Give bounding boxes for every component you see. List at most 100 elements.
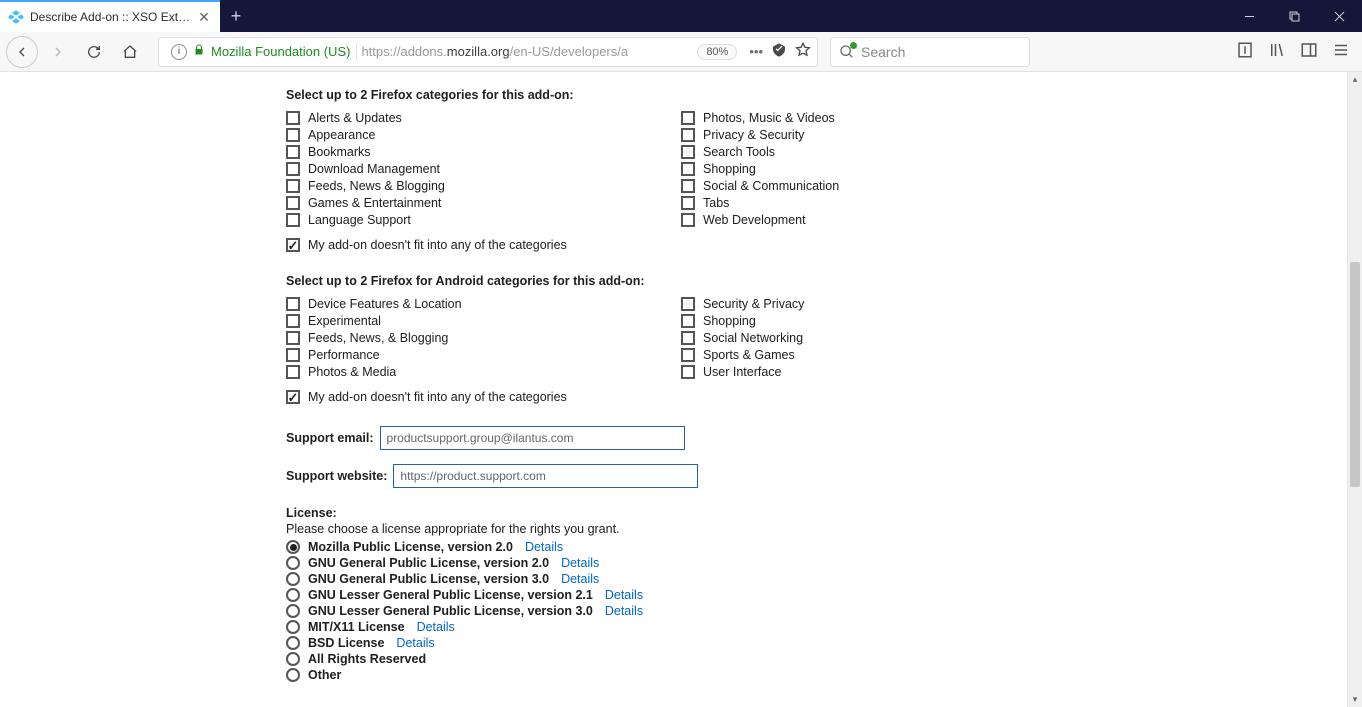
close-window-button[interactable]: [1317, 0, 1362, 32]
checkbox-icon[interactable]: [681, 314, 695, 328]
checkbox-icon[interactable]: [286, 179, 300, 193]
license-option[interactable]: Other: [286, 668, 1076, 682]
checkbox-icon[interactable]: [681, 128, 695, 142]
category-row[interactable]: Feeds, News, & Blogging: [286, 331, 681, 345]
category-row[interactable]: Search Tools: [681, 145, 1076, 159]
firefox-nofit-row[interactable]: My add-on doesn't fit into any of the ca…: [286, 238, 1076, 252]
license-option[interactable]: GNU Lesser General Public License, versi…: [286, 604, 1076, 618]
category-row[interactable]: Shopping: [681, 162, 1076, 176]
radio-icon[interactable]: [286, 540, 300, 554]
checkbox-icon[interactable]: [681, 196, 695, 210]
license-option[interactable]: MIT/X11 LicenseDetails: [286, 620, 1076, 634]
category-row[interactable]: Sports & Games: [681, 348, 1076, 362]
category-row[interactable]: Games & Entertainment: [286, 196, 681, 210]
minimize-button[interactable]: [1227, 0, 1272, 32]
radio-icon[interactable]: [286, 556, 300, 570]
forward-button[interactable]: [42, 36, 74, 68]
license-details-link[interactable]: Details: [525, 540, 563, 554]
radio-icon[interactable]: [286, 588, 300, 602]
scroll-down-icon[interactable]: ▾: [1348, 692, 1362, 707]
category-row[interactable]: Tabs: [681, 196, 1076, 210]
radio-icon[interactable]: [286, 572, 300, 586]
checkbox-icon[interactable]: [681, 179, 695, 193]
reader-icon[interactable]: [1236, 41, 1254, 62]
license-details-link[interactable]: Details: [561, 572, 599, 586]
support-website-field[interactable]: [393, 464, 698, 488]
checkbox-icon[interactable]: [286, 365, 300, 379]
checkbox-icon[interactable]: [286, 196, 300, 210]
pocket-icon[interactable]: [771, 42, 787, 61]
scroll-up-icon[interactable]: ▴: [1348, 72, 1362, 87]
checkbox-icon[interactable]: [286, 111, 300, 125]
maximize-button[interactable]: [1272, 0, 1317, 32]
checkbox-icon[interactable]: [681, 162, 695, 176]
checkbox-icon[interactable]: [286, 390, 300, 404]
license-option[interactable]: All Rights Reserved: [286, 652, 1076, 666]
checkbox-icon[interactable]: [286, 331, 300, 345]
category-row[interactable]: Photos, Music & Videos: [681, 111, 1076, 125]
category-row[interactable]: Social Networking: [681, 331, 1076, 345]
checkbox-icon[interactable]: [286, 162, 300, 176]
scroll-thumb[interactable]: [1350, 262, 1360, 487]
category-row[interactable]: Performance: [286, 348, 681, 362]
checkbox-icon[interactable]: [286, 297, 300, 311]
bookmark-star-icon[interactable]: [795, 42, 811, 61]
checkbox-icon[interactable]: [286, 238, 300, 252]
checkbox-icon[interactable]: [286, 314, 300, 328]
category-row[interactable]: Alerts & Updates: [286, 111, 681, 125]
license-option[interactable]: GNU General Public License, version 3.0D…: [286, 572, 1076, 586]
vertical-scrollbar[interactable]: ▴ ▾: [1347, 72, 1362, 707]
reload-button[interactable]: [78, 36, 110, 68]
checkbox-icon[interactable]: [286, 348, 300, 362]
category-row[interactable]: Download Management: [286, 162, 681, 176]
radio-icon[interactable]: [286, 604, 300, 618]
license-details-link[interactable]: Details: [605, 604, 643, 618]
menu-icon[interactable]: [1332, 41, 1350, 62]
license-details-link[interactable]: Details: [605, 588, 643, 602]
category-row[interactable]: Appearance: [286, 128, 681, 142]
android-nofit-row[interactable]: My add-on doesn't fit into any of the ca…: [286, 390, 1076, 404]
license-option[interactable]: Mozilla Public License, version 2.0Detai…: [286, 540, 1076, 554]
category-row[interactable]: User Interface: [681, 365, 1076, 379]
radio-icon[interactable]: [286, 636, 300, 650]
category-row[interactable]: Web Development: [681, 213, 1076, 227]
category-row[interactable]: Bookmarks: [286, 145, 681, 159]
category-row[interactable]: Language Support: [286, 213, 681, 227]
license-details-link[interactable]: Details: [561, 556, 599, 570]
checkbox-icon[interactable]: [286, 213, 300, 227]
checkbox-icon[interactable]: [286, 145, 300, 159]
home-button[interactable]: [114, 36, 146, 68]
category-row[interactable]: Security & Privacy: [681, 297, 1076, 311]
close-tab-icon[interactable]: ✕: [196, 9, 212, 26]
search-bar[interactable]: Search: [830, 37, 1030, 67]
checkbox-icon[interactable]: [681, 348, 695, 362]
more-icon[interactable]: •••: [749, 44, 763, 59]
zoom-indicator[interactable]: 80%: [697, 44, 737, 60]
category-row[interactable]: Social & Communication: [681, 179, 1076, 193]
radio-icon[interactable]: [286, 620, 300, 634]
checkbox-icon[interactable]: [681, 331, 695, 345]
support-email-field[interactable]: [380, 426, 685, 450]
category-row[interactable]: Shopping: [681, 314, 1076, 328]
back-button[interactable]: [6, 36, 38, 68]
browser-tab[interactable]: Describe Add-on :: XSO Extensi ✕: [0, 0, 220, 32]
license-details-link[interactable]: Details: [396, 636, 434, 650]
category-row[interactable]: Experimental: [286, 314, 681, 328]
license-details-link[interactable]: Details: [417, 620, 455, 634]
category-row[interactable]: Photos & Media: [286, 365, 681, 379]
license-option[interactable]: GNU General Public License, version 2.0D…: [286, 556, 1076, 570]
radio-icon[interactable]: [286, 668, 300, 682]
checkbox-icon[interactable]: [681, 111, 695, 125]
checkbox-icon[interactable]: [286, 128, 300, 142]
sidebar-icon[interactable]: [1300, 41, 1318, 62]
new-tab-button[interactable]: +: [220, 0, 252, 32]
checkbox-icon[interactable]: [681, 213, 695, 227]
checkbox-icon[interactable]: [681, 365, 695, 379]
url-bar[interactable]: i Mozilla Foundation (US) https://addons…: [158, 37, 818, 67]
radio-icon[interactable]: [286, 652, 300, 666]
checkbox-icon[interactable]: [681, 297, 695, 311]
category-row[interactable]: Device Features & Location: [286, 297, 681, 311]
site-identity[interactable]: i Mozilla Foundation (US): [165, 44, 357, 60]
category-row[interactable]: Feeds, News & Blogging: [286, 179, 681, 193]
category-row[interactable]: Privacy & Security: [681, 128, 1076, 142]
